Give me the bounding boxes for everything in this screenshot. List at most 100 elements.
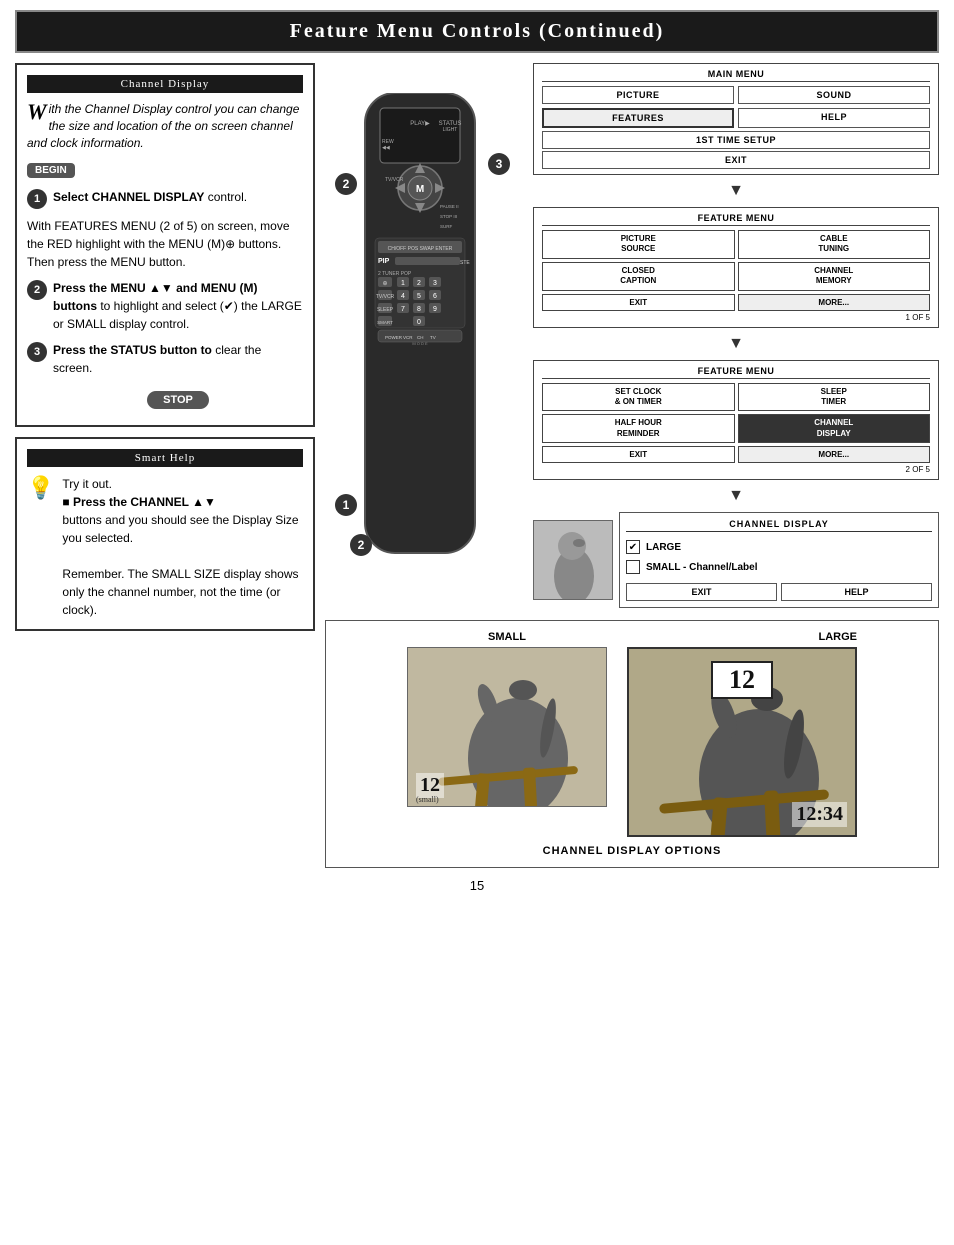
option-large: ✔ LARGE <box>626 537 932 557</box>
mm-1sttime: 1ST TIME SETUP <box>542 131 930 149</box>
small-label: SMALL <box>407 631 607 643</box>
large-screen: 12 12:34 <box>627 647 857 837</box>
cd-help: HELP <box>781 583 932 601</box>
svg-text:7: 7 <box>401 306 405 313</box>
step-circle-1: 1 <box>335 494 357 516</box>
channel-display-box: Channel Display W ith the Channel Displa… <box>15 63 315 427</box>
svg-text:TV/VCR: TV/VCR <box>385 177 404 183</box>
mm-help: HELP <box>738 108 930 128</box>
step-3-num: 3 <box>27 342 47 362</box>
w-cap: W <box>27 101 47 123</box>
main-menu-grid: PICTURE SOUND FEATURES HELP <box>542 86 930 128</box>
mm-features: FEATURES <box>542 108 734 128</box>
label-small: SMALL - Channel/Label <box>646 562 758 573</box>
page-number: 15 <box>0 868 954 903</box>
svg-text:VCR: VCR <box>403 335 413 340</box>
cd-exit: EXIT <box>626 583 777 601</box>
cd-menu-title: CHANNEL DISPLAY <box>626 519 932 532</box>
begin-button: BEGIN <box>27 163 75 178</box>
step-1-text: Select CHANNEL DISPLAY control. <box>53 188 247 206</box>
main-menu-title: MAIN MENU <box>542 69 930 82</box>
channel-display-title: Channel Display <box>27 75 303 93</box>
small-channel-sub: (small) <box>416 795 439 804</box>
intro-body: ith the Channel Display control you can … <box>27 102 299 150</box>
left-column: Channel Display W ith the Channel Displa… <box>15 63 315 868</box>
press-channel-text: ■ Press the CHANNEL ▲▼ <box>62 493 303 511</box>
fm2-title: FEATURE MENU <box>542 366 930 379</box>
checkbox-small <box>626 560 640 574</box>
svg-text:STE: STE <box>460 260 470 266</box>
large-channel-num: 12 <box>711 661 773 699</box>
svg-text:3: 3 <box>433 280 437 287</box>
svg-text:4: 4 <box>401 293 405 300</box>
svg-text:1: 1 <box>401 280 405 287</box>
smart-help-title: Smart Help <box>27 449 303 467</box>
step-1: 1 Select CHANNEL DISPLAY control. <box>27 188 303 209</box>
smart-help-box: Smart Help 💡 Try it out. ■ Press the CHA… <box>15 437 315 631</box>
svg-text:PIP: PIP <box>378 258 390 265</box>
parrot-preview-small <box>533 520 613 600</box>
fm2-exit-row: EXIT MORE... <box>542 446 930 463</box>
svg-text:PAUSE II: PAUSE II <box>440 204 459 209</box>
fm2-set-clock: SET CLOCK& ON TIMER <box>542 383 735 412</box>
smart-help-text: Try it out. ■ Press the CHANNEL ▲▼ butto… <box>62 475 303 619</box>
top-right-section: 2 3 1 2 PLAY▶ STATUS LIGHT REW <box>325 63 939 608</box>
svg-text:POWER: POWER <box>385 335 403 340</box>
svg-text:0: 0 <box>417 319 421 326</box>
fm1-cable-tuning: CABLETUNING <box>738 230 931 259</box>
svg-text:SURF: SURF <box>440 224 453 229</box>
mm-sound: SOUND <box>738 86 930 104</box>
arrow-1: ▼ <box>533 181 939 201</box>
arrow-2: ▼ <box>533 334 939 354</box>
fm2-channel-display: CHANNELDISPLAY <box>738 414 931 443</box>
channel-display-menu: CHANNEL DISPLAY ✔ LARGE SMALL - Channel/… <box>619 512 939 608</box>
fm2-more: MORE... <box>738 446 931 463</box>
fm1-title: FEATURE MENU <box>542 213 930 226</box>
svg-text:TV: TV <box>430 335 436 340</box>
fm1-grid: PICTURESOURCE CABLETUNING CLOSEDCAPTION … <box>542 230 930 291</box>
large-channel-time: 12:34 <box>792 802 847 827</box>
svg-text:2: 2 <box>417 280 421 287</box>
page-header: Feature Menu Controls (Continued) <box>15 10 939 53</box>
svg-text:9: 9 <box>433 306 437 313</box>
checkbox-large: ✔ <box>626 540 640 554</box>
main-menu-box: MAIN MENU PICTURE SOUND FEATURES HELP 1S… <box>533 63 939 175</box>
smart-help-content: 💡 Try it out. ■ Press the CHANNEL ▲▼ but… <box>27 475 303 619</box>
remote-area: 2 3 1 2 PLAY▶ STATUS LIGHT REW <box>325 63 525 576</box>
fm2-exit: EXIT <box>542 446 735 463</box>
svg-text:8: 8 <box>417 306 421 313</box>
svg-text:⊕: ⊕ <box>382 281 387 287</box>
try-text: Try it out. <box>62 475 303 493</box>
right-section: 2 3 1 2 PLAY▶ STATUS LIGHT REW <box>325 63 939 868</box>
channel-display-options: SMALL <box>325 620 939 868</box>
arrow-3: ▼ <box>533 486 939 506</box>
step-1b-text: With FEATURES MENU (2 of 5) on screen, m… <box>27 217 303 271</box>
fm1-exit: EXIT <box>542 294 735 311</box>
small-display-wrapper: SMALL <box>407 631 607 807</box>
bulb-icon: 💡 <box>27 475 54 501</box>
intro-text: W ith the Channel Display control you ca… <box>27 101 303 151</box>
fm1-closed-caption: CLOSEDCAPTION <box>542 262 735 291</box>
mm-row3: 1ST TIME SETUP EXIT <box>542 131 930 169</box>
svg-text:PLAY▶: PLAY▶ <box>410 121 430 127</box>
step-circle-3: 3 <box>488 153 510 175</box>
svg-text:◀◀: ◀◀ <box>382 145 390 151</box>
svg-text:5: 5 <box>417 293 421 300</box>
large-display-wrapper: LARGE <box>627 631 857 837</box>
large-label: LARGE <box>627 631 857 643</box>
step-1-num: 1 <box>27 189 47 209</box>
step-2-num: 2 <box>27 280 47 300</box>
svg-text:M: M <box>416 184 424 195</box>
fm1-page: 1 OF 5 <box>542 313 930 322</box>
feature-menu-2: FEATURE MENU SET CLOCK& ON TIMER SLEEPTI… <box>533 360 939 481</box>
right-menus-col: MAIN MENU PICTURE SOUND FEATURES HELP 1S… <box>533 63 939 608</box>
display-options-wrapper: SMALL <box>336 631 928 837</box>
svg-text:STOP III: STOP III <box>440 214 457 219</box>
fm2-half-hour: HALF HOURREMINDER <box>542 414 735 443</box>
stop-button: STOP <box>147 391 209 409</box>
step-2-text: Press the MENU ▲▼ and MENU (M) buttons t… <box>53 279 303 333</box>
cd-section: CHANNEL DISPLAY ✔ LARGE SMALL - Channel/… <box>533 512 939 608</box>
mm-picture: PICTURE <box>542 86 734 104</box>
feature-menu-1: FEATURE MENU PICTURESOURCE CABLETUNING C… <box>533 207 939 328</box>
fm2-sleep-timer: SLEEPTIMER <box>738 383 931 412</box>
